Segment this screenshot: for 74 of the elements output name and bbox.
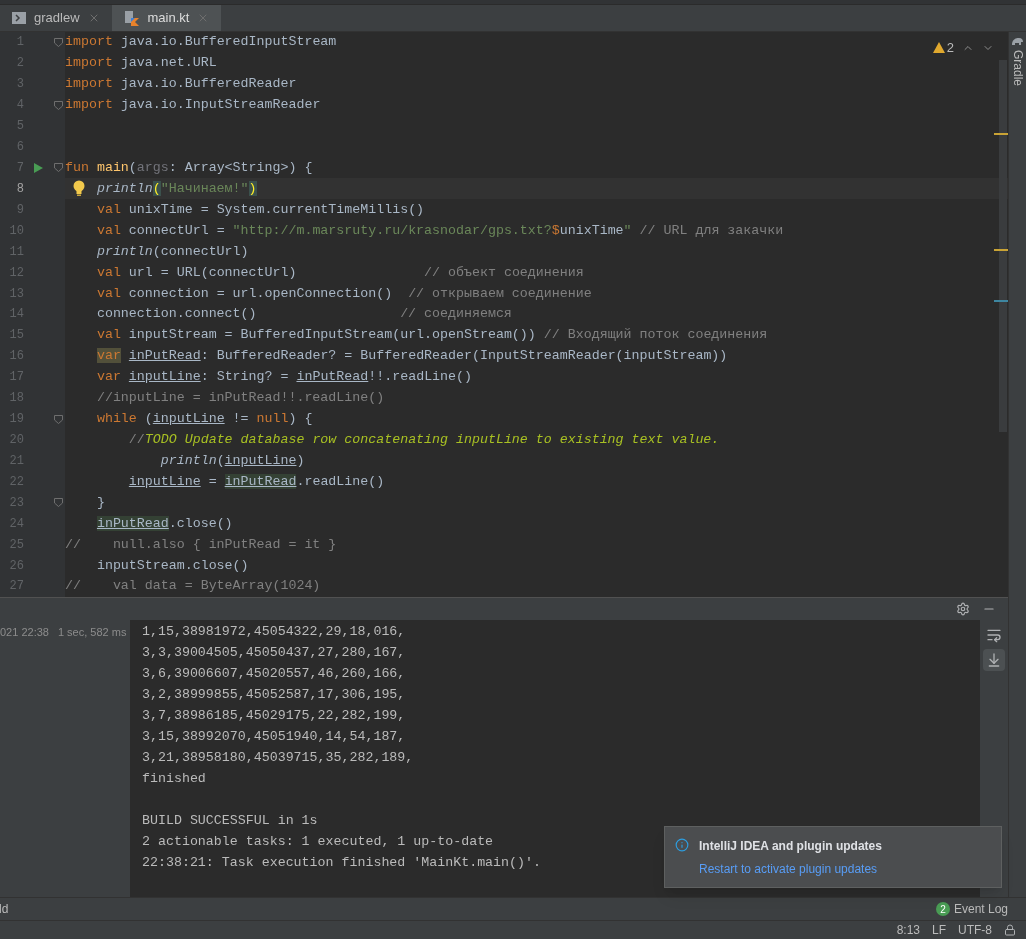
warning-count: 2 — [946, 39, 954, 57]
kotlin-file-icon — [123, 10, 140, 26]
status-item[interactable]: LF — [932, 921, 946, 939]
code-line: val connection = url.openConnection() // открываем соединение — [95, 284, 592, 303]
code-line: var inputLine: String? = inPutRead!!.readLine() — [95, 368, 472, 387]
code-line: import java.io.InputStreamReader — [65, 96, 321, 115]
soft-wrap-icon — [986, 627, 1002, 643]
fold-icon[interactable] — [54, 163, 63, 173]
info-icon — [675, 838, 689, 852]
event-log-button[interactable]: 2 Event Log — [935, 900, 1008, 918]
code-line: val inputStream = BufferedInputStream(url.openStream()) // Входящий поток соединения — [95, 326, 768, 345]
code-line: fun main(args: Array<String>) { — [65, 159, 313, 177]
gradle-tool-button[interactable]: Gradle — [1008, 36, 1026, 87]
code-line: connection.connect() // соединяемся — [95, 305, 512, 324]
console-line: 3,7,38986185,45029175,22,282,199, — [142, 707, 406, 725]
fold-icon[interactable] — [54, 498, 63, 508]
console-line: 2 actionable tasks: 1 executed, 1 up-to-date — [142, 833, 494, 851]
console-line: finished — [142, 770, 206, 788]
code-line: inPutRead.close() — [95, 514, 233, 533]
status-item[interactable]: 8:13 — [896, 921, 920, 939]
console-line: 3,3,39004505,45050437,27,280,167, — [142, 644, 406, 662]
editor-tab[interactable]: gradlew — [0, 5, 112, 31]
console-line: 3,21,38958180,45039715,35,282,189, — [142, 749, 414, 767]
build-tool-tab[interactable]: ld — [0, 900, 9, 918]
warning-icon — [932, 42, 945, 54]
settings-icon[interactable] — [956, 602, 970, 616]
gradle-label: Gradle — [1009, 50, 1026, 87]
code-line: val url = URL(connectUrl) // объект соединения — [95, 263, 584, 282]
code-line: println(connectUrl) — [95, 242, 249, 261]
lightbulb-icon[interactable] — [73, 180, 85, 197]
scrollbar-drawing[interactable] — [994, 60, 1008, 432]
code-line: //TODO Update database row concatenating inputLine to existing text value. — [127, 431, 720, 449]
restart-link[interactable]: Restart to activate plugin updates — [699, 860, 882, 878]
code-line: val unixTime = System.currentTimeMillis() — [95, 200, 425, 219]
console-line: 3,15,38992070,45051940,14,54,187, — [142, 728, 406, 746]
run-duration: 1 sec, 582 ms — [57, 625, 127, 640]
run-time[interactable]: 021 22:38 — [0, 624, 49, 641]
notification-title: IntelliJ IDEA and plugin updates — [699, 838, 882, 855]
fold-icon[interactable] — [54, 100, 63, 110]
code-line: } — [95, 493, 105, 512]
elephant-icon — [1011, 36, 1024, 46]
event-log-label: Event Log — [953, 901, 1008, 918]
tab-label: main.kt — [147, 9, 190, 28]
lock-icon[interactable] — [1004, 924, 1016, 936]
fold-icon[interactable] — [54, 414, 63, 424]
scroll-to-end-icon — [986, 652, 1002, 668]
fold-icon[interactable] — [54, 37, 63, 47]
warnings-indicator[interactable]: 2 — [932, 38, 954, 58]
editor-tab[interactable]: main.kt — [111, 5, 222, 31]
terminal-icon — [12, 12, 26, 24]
code-line: while (inputLine != null) { — [95, 410, 313, 429]
code-line: import java.net.URL — [65, 54, 217, 73]
code-line: import java.io.BufferedReader — [65, 75, 297, 94]
console-line: 1,15,38981972,45054322,29,18,016, — [142, 623, 406, 641]
run-icon[interactable] — [33, 163, 43, 173]
scroll-to-end-button[interactable] — [983, 649, 1005, 671]
console-line: BUILD SUCCESSFUL in 1s — [142, 812, 318, 830]
console-line: 3,2,38999855,45052587,17,306,195, — [142, 686, 406, 704]
code-line: import java.io.BufferedInputStream — [65, 33, 337, 52]
code-line: var inPutRead: BufferedReader? = BufferedReader(InputStreamReader(inputStream)) — [95, 347, 728, 366]
code-line: inputLine = inPutRead.readLine() — [127, 472, 385, 491]
code-line: //inputLine = inPutRead!!.readLine() — [95, 389, 385, 408]
code-line: // null.also { inPutRead = it } — [65, 535, 337, 554]
tab-label: gradlew — [34, 9, 80, 28]
code-line: // val data = ByteArray(1024) — [65, 577, 321, 596]
console-line: 22:38:21: Task execution finished 'MainKt.main()'. — [142, 854, 541, 872]
code-line: val connectUrl = "http://m.marsruty.ru/krasnodar/gps.txt?$unixTime" // URL для закачки — [95, 221, 784, 240]
code-line: println(inputLine) — [159, 451, 305, 470]
code-line: inputStream.close() — [95, 556, 249, 575]
code-line: println("Начинаем!") — [95, 179, 257, 198]
status-item[interactable]: UTF-8 — [958, 921, 992, 939]
line-number: 8 — [15, 180, 24, 198]
notification-count-badge: 2 — [935, 902, 950, 916]
console-line: 3,6,39006607,45020557,46,260,166, — [142, 665, 406, 683]
